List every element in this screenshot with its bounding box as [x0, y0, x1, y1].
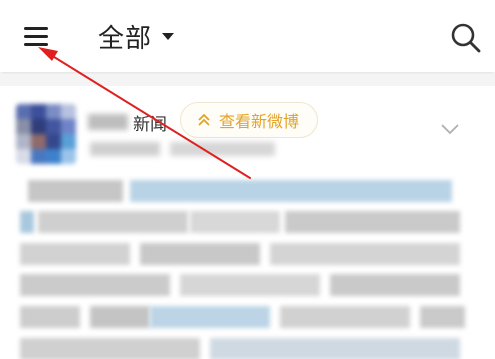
page-title: 全部: [98, 23, 153, 54]
screen: 全部 新闻 查看新微博: [0, 0, 495, 359]
feed-post-card[interactable]: 新闻 查看新微博: [0, 86, 495, 359]
search-button[interactable]: [448, 20, 484, 56]
feed-filter-dropdown[interactable]: 全部: [98, 18, 175, 54]
hamburger-menu-icon: [24, 27, 48, 46]
hamburger-menu-button[interactable]: [20, 22, 54, 52]
caret-down-icon: [162, 32, 175, 40]
top-bar: 全部: [0, 0, 495, 72]
blurred-post-content: [0, 86, 495, 359]
search-icon: [451, 23, 481, 53]
section-divider: [0, 74, 495, 86]
